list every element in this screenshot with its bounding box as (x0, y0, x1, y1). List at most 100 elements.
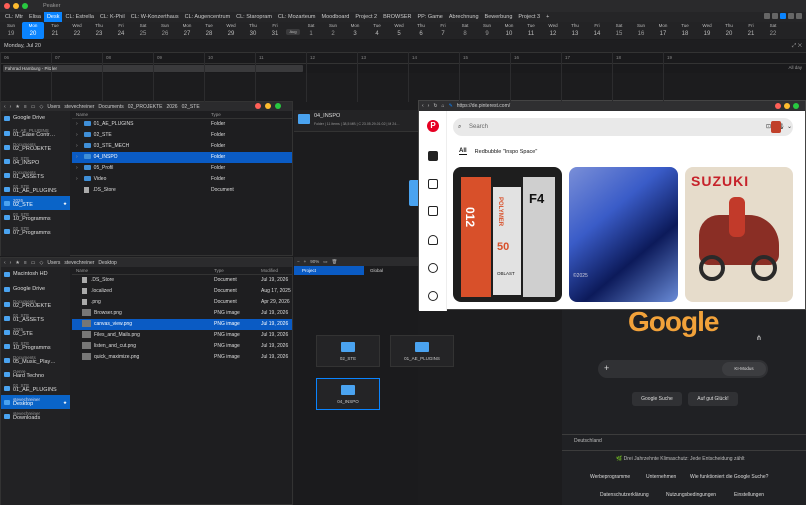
workspace-tab[interactable]: Desk (43, 12, 63, 22)
calendar-day[interactable]: Mon 3 (344, 22, 366, 39)
calendar-day[interactable]: Mon 17 (652, 22, 674, 39)
breadcrumb-item[interactable]: stevechreiner (64, 260, 94, 266)
workspace-tab[interactable]: CL: Estrella (62, 12, 96, 22)
calendar-day[interactable]: Sat 25 (132, 22, 154, 39)
calendar-day[interactable]: Wed 12 (542, 22, 564, 39)
column-type[interactable]: Type (214, 268, 224, 273)
footer-link[interactable]: Datenschutzerklärung (600, 492, 649, 498)
calendar-day[interactable]: Tue 28 (198, 22, 220, 39)
breadcrumb-item[interactable]: Users (47, 104, 60, 110)
table-row[interactable]: Files_and_Mails.png PNG image Jul 19, 2026 (72, 330, 292, 341)
star-icon[interactable]: ★ (15, 104, 19, 110)
calendar-day[interactable]: Sun 9 (476, 22, 498, 39)
chevron-right-icon[interactable]: › (76, 165, 78, 171)
tag-icon[interactable]: ◇ (39, 260, 43, 266)
calendar-day[interactable]: Fri 14 (586, 22, 608, 39)
calendar-day[interactable]: Sat 1 (300, 22, 322, 39)
list-icon[interactable] (772, 13, 778, 19)
sidebar-item[interactable]: 01_AE_PLUGINS 01_Ease Contr… (1, 126, 70, 140)
sidebar-item[interactable]: 02_STE 10_Programms (1, 210, 70, 224)
calendar-day[interactable]: Tue 4 (366, 22, 388, 39)
calendar-day[interactable]: Sat 22 (762, 22, 784, 39)
tab-global[interactable]: Global (364, 268, 383, 273)
table-row[interactable]: › 05_Profil Folder (72, 163, 292, 174)
table-row[interactable]: Browser.png PNG image Jul 19, 2026 (72, 308, 292, 319)
footer-link[interactable]: Einstellungen (734, 492, 764, 498)
calendar-day[interactable]: Sun 2 (322, 22, 344, 39)
climate-link[interactable]: 🌿 Drei Jahrzehnte Klimaschutz: Jede Ents… (616, 456, 745, 462)
pin-card[interactable]: ©2025 (569, 167, 678, 302)
table-row[interactable]: › 04_INSPO Folder (72, 152, 292, 163)
google-search-button[interactable]: Google Suche (632, 392, 682, 406)
calendar-day[interactable]: Wed 29 (220, 22, 242, 39)
table-row[interactable]: .DS_Store Document Jul 19, 2026 (72, 275, 292, 286)
split-icon[interactable] (788, 13, 794, 19)
notifications-icon[interactable] (428, 235, 438, 245)
pin-icon[interactable]: ✎ (449, 103, 453, 109)
footer-link[interactable]: Unternehmen (646, 474, 676, 480)
calendar-day[interactable]: Mon 27 (176, 22, 198, 39)
pin-card[interactable]: SUZUKI (685, 167, 793, 302)
breadcrumb-item[interactable]: 02_PROJEKTE (128, 104, 163, 110)
breadcrumb-item[interactable]: Desktop (98, 260, 116, 266)
calendar-day[interactable]: Thu 30 (242, 22, 264, 39)
calendar-day[interactable]: Sun 16 (630, 22, 652, 39)
settings-icon[interactable] (796, 13, 802, 19)
share-icon[interactable]: ⋔ (756, 334, 762, 342)
tab-board[interactable]: Redbubble "Inspo Space" (475, 149, 538, 155)
pinterest-logo-icon[interactable]: P (427, 120, 439, 132)
breadcrumb-item[interactable]: 02_STE (182, 104, 200, 110)
calendar-day[interactable]: Sun 26 (154, 22, 176, 39)
zoom-in-icon[interactable]: + (304, 259, 307, 264)
close-icon[interactable] (255, 103, 261, 109)
table-row[interactable]: .localized Document Aug 17, 2025 (72, 286, 292, 297)
home-icon[interactable]: ⌂ (442, 103, 445, 109)
table-row[interactable]: ›.DS_Store Document (72, 185, 292, 196)
column-name[interactable]: Name (76, 112, 88, 117)
calendar-day[interactable]: Aug (286, 22, 300, 39)
forward-icon[interactable]: › (10, 260, 12, 266)
tab-all[interactable]: All (459, 148, 467, 155)
chevron-right-icon[interactable]: › (76, 132, 78, 138)
sidebar-item[interactable]: Genre Hard Techno (1, 367, 70, 381)
sidebar-item[interactable]: stevechreiner Downloads (1, 409, 70, 423)
sidebar-item[interactable]: Google Drive (1, 282, 70, 297)
tab-project[interactable]: Project (294, 266, 364, 275)
canvas-icon[interactable] (780, 13, 786, 19)
fit-icon[interactable]: ▭ (323, 259, 327, 265)
sidebar-item[interactable]: stevechreiner Desktop ★ (1, 395, 70, 409)
messages-icon[interactable] (428, 263, 438, 273)
sidebar-item[interactable]: Documents 05_Music_Play… (1, 353, 70, 367)
sidebar-item[interactable]: Google Drive (1, 111, 70, 126)
breadcrumb-item[interactable]: stevechreiner (64, 104, 94, 110)
breadcrumb-item[interactable]: Users (47, 260, 60, 266)
workspace-tab[interactable]: CL: K-Phil (97, 12, 128, 22)
calendar-day[interactable]: Wed 19 (696, 22, 718, 39)
delete-icon[interactable]: 🗑 (332, 259, 338, 265)
table-row[interactable]: › 02_STE Folder (72, 130, 292, 141)
sidebar-item[interactable]: 02_STE 01_ASSETS (1, 311, 70, 325)
sidebar-item[interactable]: Documents 02_PROJEKTE (1, 297, 70, 311)
breadcrumb-item[interactable]: 2026 (166, 104, 177, 110)
footer-link[interactable]: Werbeprogramme (590, 474, 630, 480)
table-row[interactable]: quick_maximize.png PNG image Jul 19, 2026 (72, 352, 292, 363)
calendar-day[interactable]: Sat 8 (454, 22, 476, 39)
canvas-folder-card[interactable]: 02_STE (316, 335, 380, 367)
sidebar-item[interactable]: 02_STE 10_Programms (1, 339, 70, 353)
minimize-icon[interactable] (265, 103, 271, 109)
search-input[interactable]: ⌕ Search ⊡ 🎙 (453, 118, 793, 136)
canvas-folder-card[interactable]: 01_AE_PLUGINS (390, 335, 454, 367)
sidebar-item[interactable]: 2026 02_STE (1, 325, 70, 339)
calendar-day[interactable]: Wed 5 (388, 22, 410, 39)
sidebar-item[interactable]: 02_STE 07_Programms (1, 224, 70, 238)
menu-icon[interactable]: ≡ (24, 104, 27, 110)
sidebar-item[interactable]: Documents 02_PROJEKTE (1, 140, 70, 154)
home-icon[interactable] (428, 151, 438, 161)
table-row[interactable]: listen_and_cut.png PNG image Jul 19, 2026 (72, 341, 292, 352)
calendar-day[interactable]: Tue 11 (520, 22, 542, 39)
sidebar-item[interactable]: 2026 02_STE ★ (1, 196, 70, 210)
calendar-day[interactable]: Sat 15 (608, 22, 630, 39)
close-icon[interactable] (775, 103, 781, 109)
sidebar-item[interactable]: 02_STE 01_AE_PLUGINS (1, 381, 70, 395)
calendar-day[interactable]: Thu 13 (564, 22, 586, 39)
